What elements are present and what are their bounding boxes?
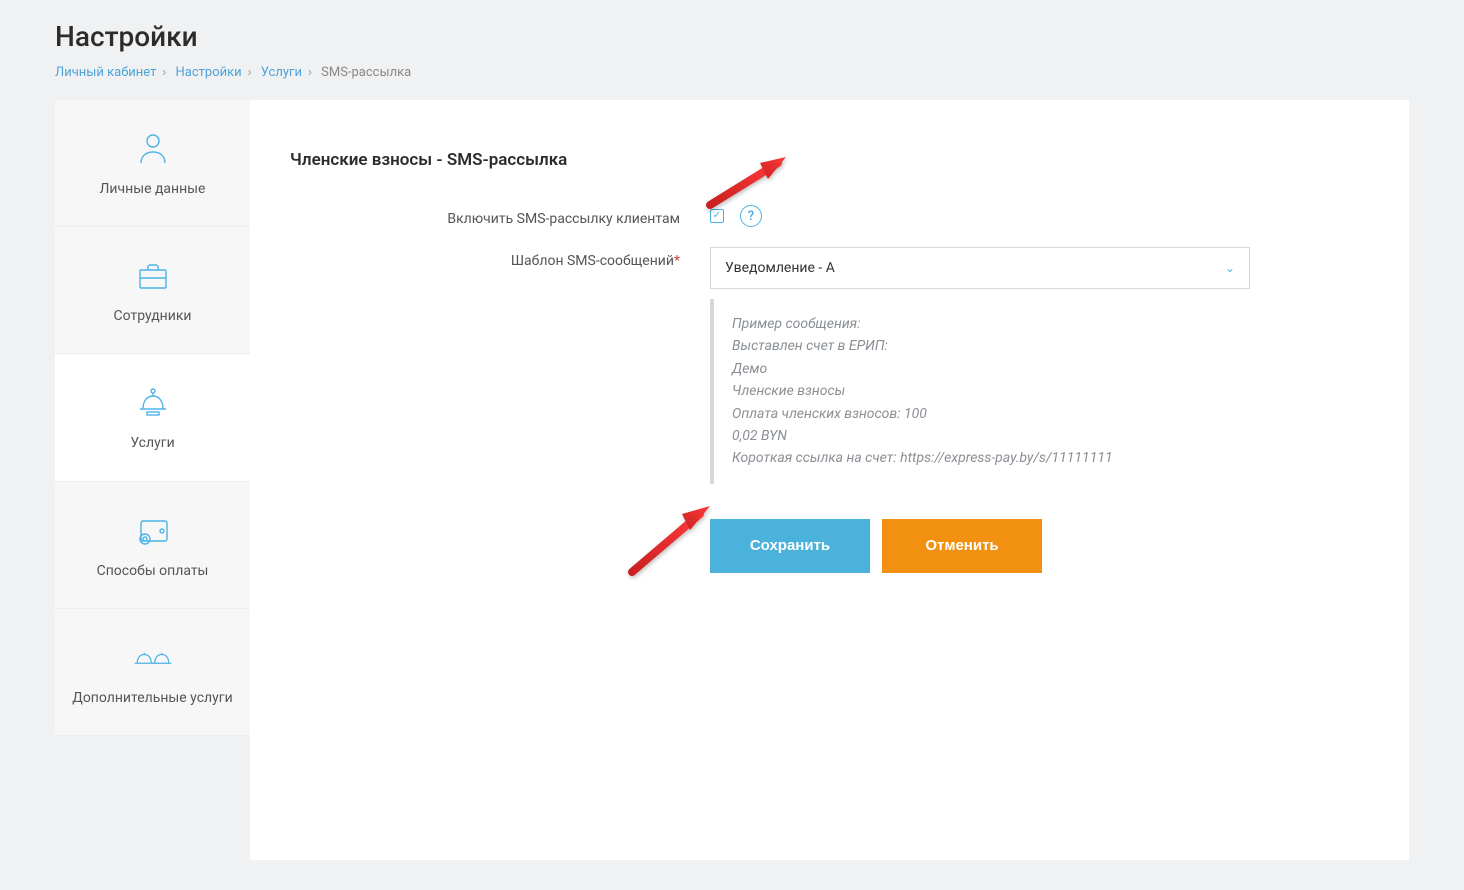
breadcrumb-link[interactable]: Услуги xyxy=(261,65,302,80)
page-title: Настройки xyxy=(55,20,1409,53)
chevron-down-icon: ⌄ xyxy=(1225,261,1235,275)
section-title: Членские взносы - SMS-рассылка xyxy=(290,150,1369,170)
sidebar-item-label: Услуги xyxy=(130,434,174,452)
sidebar-item-employees[interactable]: Сотрудники xyxy=(55,227,250,354)
sidebar-item-payment[interactable]: Способы оплаты xyxy=(55,482,250,609)
bell-icon xyxy=(132,382,174,424)
template-selected-value: Уведомление - А xyxy=(725,260,835,276)
sidebar: Личные данные Сотрудники Услуги Способы … xyxy=(55,100,250,860)
sidebar-item-additional[interactable]: Дополнительные услуги xyxy=(55,609,250,736)
enable-sms-checkbox[interactable] xyxy=(710,209,724,223)
breadcrumb-link[interactable]: Личный кабинет xyxy=(55,65,156,80)
cancel-button[interactable]: Отменить xyxy=(882,519,1042,573)
bells-icon xyxy=(132,637,174,679)
breadcrumb-link[interactable]: Настройки xyxy=(176,65,242,80)
main-panel: Членские взносы - SMS-рассылка Включить … xyxy=(250,100,1409,860)
template-label: Шаблон SMS-сообщений* xyxy=(290,247,710,269)
enable-sms-label: Включить SMS-рассылку клиентам xyxy=(290,205,710,227)
sidebar-item-services[interactable]: Услуги xyxy=(55,354,250,481)
sidebar-item-label: Дополнительные услуги xyxy=(72,689,232,707)
help-icon[interactable]: ? xyxy=(740,205,762,227)
sidebar-item-personal[interactable]: Личные данные xyxy=(55,100,250,227)
briefcase-icon xyxy=(132,255,174,297)
template-select[interactable]: Уведомление - А ⌄ xyxy=(710,247,1250,289)
person-icon xyxy=(132,128,174,170)
sidebar-item-label: Способы оплаты xyxy=(97,562,209,580)
example-message: Пример сообщения: Выставлен счет в ЕРИП:… xyxy=(710,299,1250,484)
sidebar-item-label: Сотрудники xyxy=(114,307,192,325)
breadcrumb: Личный кабинет› Настройки› Услуги› SMS-р… xyxy=(55,65,1409,80)
breadcrumb-current: SMS-рассылка xyxy=(321,65,411,80)
save-button[interactable]: Сохранить xyxy=(710,519,870,573)
sidebar-item-label: Личные данные xyxy=(100,180,206,198)
wallet-gear-icon xyxy=(132,510,174,552)
